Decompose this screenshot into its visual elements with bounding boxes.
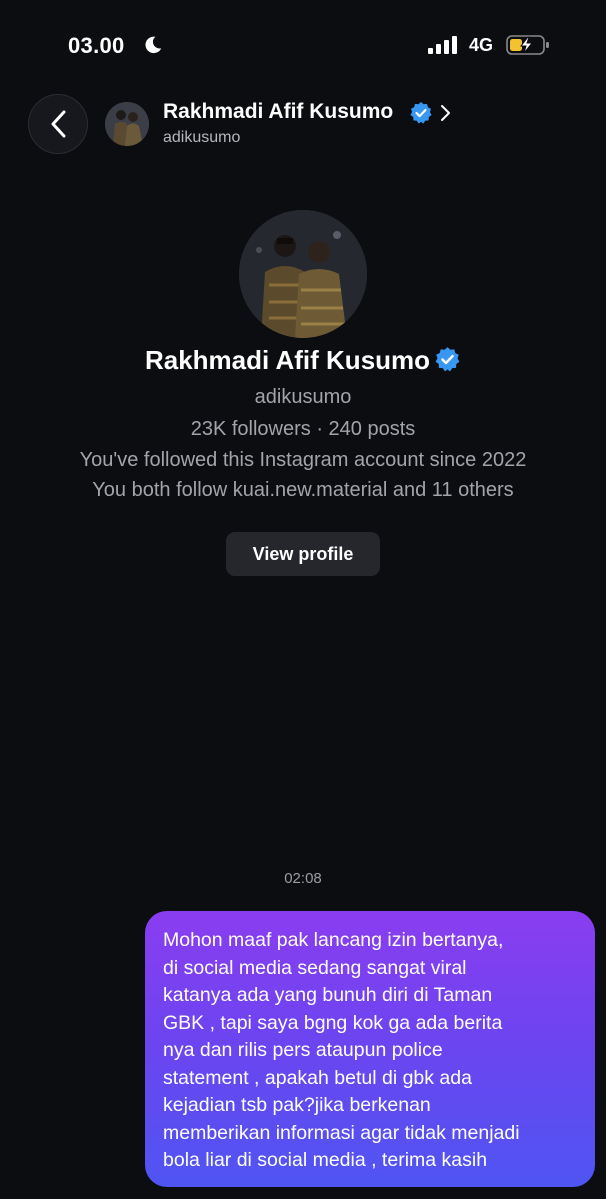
message-line: Mohon maaf pak lancang izin bertanya, [163, 929, 504, 951]
message-line: memberikan informasi agar tidak menjadi [163, 1121, 520, 1144]
profile-name-row: Rakhmadi Afif Kusumo [0, 345, 606, 376]
profile-name: Rakhmadi Afif Kusumo [144, 345, 431, 375]
verified-badge-icon [435, 347, 460, 372]
message-line: bola liar di social media , terima kasih [163, 1149, 488, 1171]
followed-since-text: You've followed this Instagram account s… [79, 449, 527, 471]
sent-message-bubble[interactable]: Mohon maaf pak lancang izin bertanya, di… [145, 911, 595, 1187]
cellular-signal-icon [428, 36, 457, 54]
status-time: 03.00 [68, 33, 125, 58]
message-line: kejadian tsb pak?jika berkenan [163, 1094, 431, 1116]
moon-icon [145, 36, 162, 54]
message-line: nya dan rilis pers ataupun police [163, 1039, 443, 1061]
profile-handle: adikusumo [254, 386, 352, 408]
network-type: 4G [469, 35, 494, 55]
message-line: GBK , tapi saya bgng kok ga ada berita [163, 1011, 503, 1034]
header-avatar[interactable] [105, 102, 149, 146]
header-name[interactable]: Rakhmadi Afif Kusumo [163, 100, 393, 124]
profile-avatar[interactable] [239, 210, 367, 338]
back-button[interactable] [28, 94, 88, 154]
message-line: katanya ada yang bunuh diri di Taman [163, 984, 493, 1006]
profile-stats: 23K followers · 240 posts [190, 418, 416, 440]
mutual-followers-text[interactable]: You both follow kuai.new.material and 11… [0, 479, 606, 502]
chevron-left-icon [51, 110, 66, 138]
verified-badge-icon [410, 102, 432, 124]
message-timestamp: 02:08 [284, 870, 322, 887]
avatar-photo [105, 102, 149, 146]
message-line: di social media sedang sangat viral [163, 956, 467, 979]
view-profile-button[interactable]: View profile [226, 532, 380, 576]
battery-charging-icon [506, 35, 549, 55]
header-handle: adikusumo [163, 129, 241, 146]
status-bar: 03.00 4G [0, 0, 606, 90]
message-line: statement , apakah betul di gbk ada [163, 1066, 472, 1089]
chevron-right-icon[interactable] [438, 104, 452, 122]
profile-photo [239, 210, 367, 338]
